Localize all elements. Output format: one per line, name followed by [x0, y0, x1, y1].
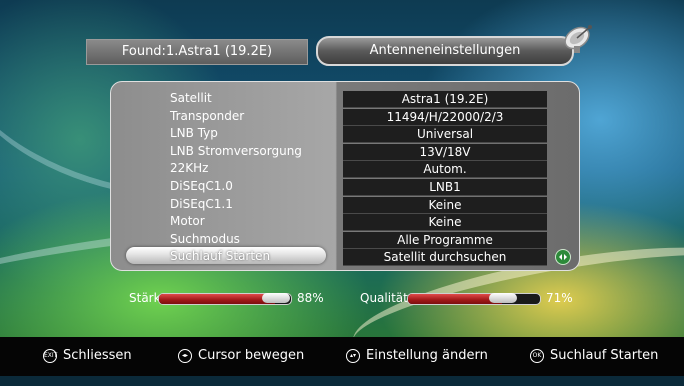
satellite-dish-icon	[562, 22, 596, 56]
help-label: Suchlauf Starten	[550, 348, 659, 363]
setting-value[interactable]: Autom.	[343, 161, 547, 178]
setting-value[interactable]: 11494/H/22000/2/3	[343, 109, 547, 126]
strength-bar-knob	[262, 293, 290, 303]
strength-bar-fill	[159, 294, 275, 304]
quality-percent: 71%	[546, 291, 573, 305]
quality-bar	[407, 293, 541, 305]
help-item-change: ▴▾ Einstellung ändern	[346, 348, 488, 364]
setting-label[interactable]: Suchlauf Starten	[170, 248, 270, 265]
setting-label[interactable]: Transponder	[170, 108, 244, 125]
setting-label[interactable]: DiSEqC1.0	[170, 178, 233, 195]
setting-label[interactable]: Suchmodus	[170, 231, 240, 248]
setting-label[interactable]: 22KHz	[170, 160, 208, 177]
help-item-start-search: OK Suchlauf Starten	[530, 348, 658, 364]
setting-value[interactable]: LNB1	[343, 179, 547, 196]
help-label: Einstellung ändern	[366, 348, 488, 363]
quality-bar-fill	[408, 294, 502, 304]
help-label: Cursor bewegen	[198, 348, 305, 363]
strength-percent: 88%	[297, 291, 324, 305]
setting-label[interactable]: DiSEqC1.1	[170, 196, 233, 213]
setting-value[interactable]: Astra1 (19.2E)	[343, 91, 547, 108]
setting-value[interactable]: Keine	[343, 214, 547, 231]
setting-value[interactable]: Keine	[343, 197, 547, 214]
found-satellite-label: Found:1.Astra1 (19.2E)	[86, 39, 308, 65]
help-item-cursor: ◂▸ Cursor bewegen	[178, 348, 304, 364]
setting-value[interactable]: Alle Programme	[343, 232, 547, 249]
setting-value[interactable]: 13V/18V	[343, 144, 547, 161]
setting-value[interactable]: Satellit durchsuchen	[343, 249, 547, 266]
setting-label[interactable]: LNB Stromversorgung	[170, 143, 302, 160]
setting-label[interactable]: LNB Typ	[170, 125, 218, 142]
quality-label: Qualität	[360, 291, 408, 305]
setting-value[interactable]: Universal	[343, 126, 547, 143]
ok-button-icon: OK	[530, 348, 544, 363]
help-item-close: EXIT Schliessen	[43, 348, 132, 364]
setting-label[interactable]: Motor	[170, 213, 205, 230]
ok-confirm-icon[interactable]	[555, 249, 571, 265]
setting-label[interactable]: Satellit	[170, 90, 212, 107]
help-label: Schliessen	[63, 348, 132, 363]
exit-button-icon: EXIT	[43, 348, 57, 363]
menu-title: Antenneneinstellungen	[316, 36, 574, 66]
quality-bar-knob	[489, 293, 517, 303]
up-down-keys-icon: ▴▾	[346, 348, 360, 363]
arrow-keys-icon: ◂▸	[178, 348, 192, 363]
